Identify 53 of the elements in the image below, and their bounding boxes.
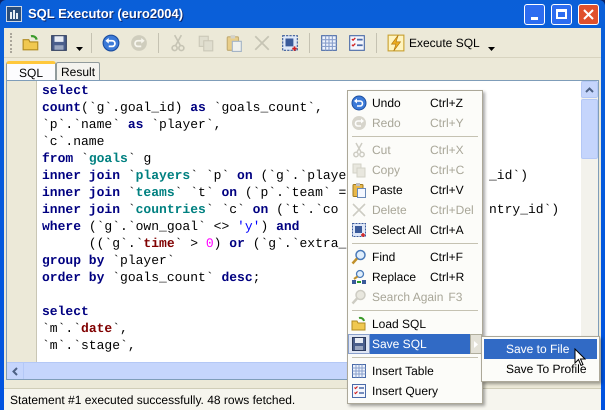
menu-item[interactable]: Undo Ctrl+Z <box>370 93 482 113</box>
code-line: inner join `countries` `c` on (`t`.`co <box>42 202 338 217</box>
menu-item[interactable]: Load SQL <box>370 314 482 334</box>
table-grid-icon <box>351 363 367 379</box>
close-button[interactable] <box>578 4 599 24</box>
code-line: inner join `players` `p` on (`g`.`playe <box>42 168 346 183</box>
code-line: order by `goals_count` desc; <box>42 270 260 285</box>
code-line: `p`.`name` as `player`, <box>42 117 222 132</box>
code-fragment: _id`) <box>489 167 528 184</box>
code-line: `c`.name <box>42 134 104 149</box>
execute-sql-button[interactable]: Execute SQL <box>384 30 483 54</box>
redo-icon <box>351 115 367 131</box>
menu-item[interactable]: Find Ctrl+F <box>370 247 482 267</box>
menu-item[interactable]: Replace Ctrl+R <box>370 267 482 287</box>
clipboard-icon <box>351 182 367 198</box>
checklist-icon <box>351 383 367 399</box>
tab[interactable]: SQL <box>6 61 56 81</box>
maximize-button[interactable] <box>551 4 572 24</box>
menu-item[interactable]: Save to File <box>484 339 597 359</box>
code-line: inner join `teams` `t` on (`p`.`team` = <box>42 185 346 200</box>
code-line: `m`.`stage`, <box>42 338 136 353</box>
menu-item[interactable]: Save SQL <box>370 334 470 354</box>
status-text: Statement #1 executed successfully. 48 rows fetched. <box>10 392 296 408</box>
menu-item[interactable]: Insert Table <box>370 361 482 381</box>
lightning-icon <box>387 34 405 52</box>
select-all-icon <box>351 222 367 238</box>
menu-item[interactable]: Select All Ctrl+A <box>370 220 482 240</box>
menu-item[interactable]: Paste Ctrl+V <box>370 180 482 200</box>
magnifier-icon <box>351 289 367 305</box>
close-icon <box>583 8 594 20</box>
minimize-button[interactable] <box>524 4 545 24</box>
magnifier-arrow-icon <box>351 269 367 285</box>
menu-item[interactable]: Save To Profile <box>484 359 597 379</box>
code-line: select <box>42 304 89 319</box>
open-folder-icon <box>351 316 367 332</box>
window-title: SQL Executor (euro2004) <box>28 5 184 24</box>
app-icon <box>6 6 22 22</box>
code-line: from `goals` g <box>42 151 152 166</box>
magnifier-icon <box>351 249 367 265</box>
code-line: group by `player` <box>42 253 175 268</box>
copy-icon <box>351 162 367 178</box>
undo-icon <box>351 95 367 111</box>
menu-item[interactable]: Insert Query <box>370 381 482 401</box>
code-line: where (`g`.`own_goal` <> 'y') and <box>42 219 300 234</box>
code-fragment: ntry_id`) <box>489 201 560 218</box>
code-line: select <box>42 83 89 98</box>
scissors-icon <box>351 142 367 158</box>
scrollbar-thumb[interactable] <box>581 99 598 159</box>
tab[interactable]: Result <box>56 62 100 80</box>
delete-cross-icon <box>351 202 367 218</box>
code-line: count(`g`.goal_id) as `goals_count`, <box>42 100 323 115</box>
code-line: `m`.`date`, <box>42 321 128 336</box>
code-line: ((`g`.`time` > 0) or (`g`.`extra_ <box>88 236 346 251</box>
